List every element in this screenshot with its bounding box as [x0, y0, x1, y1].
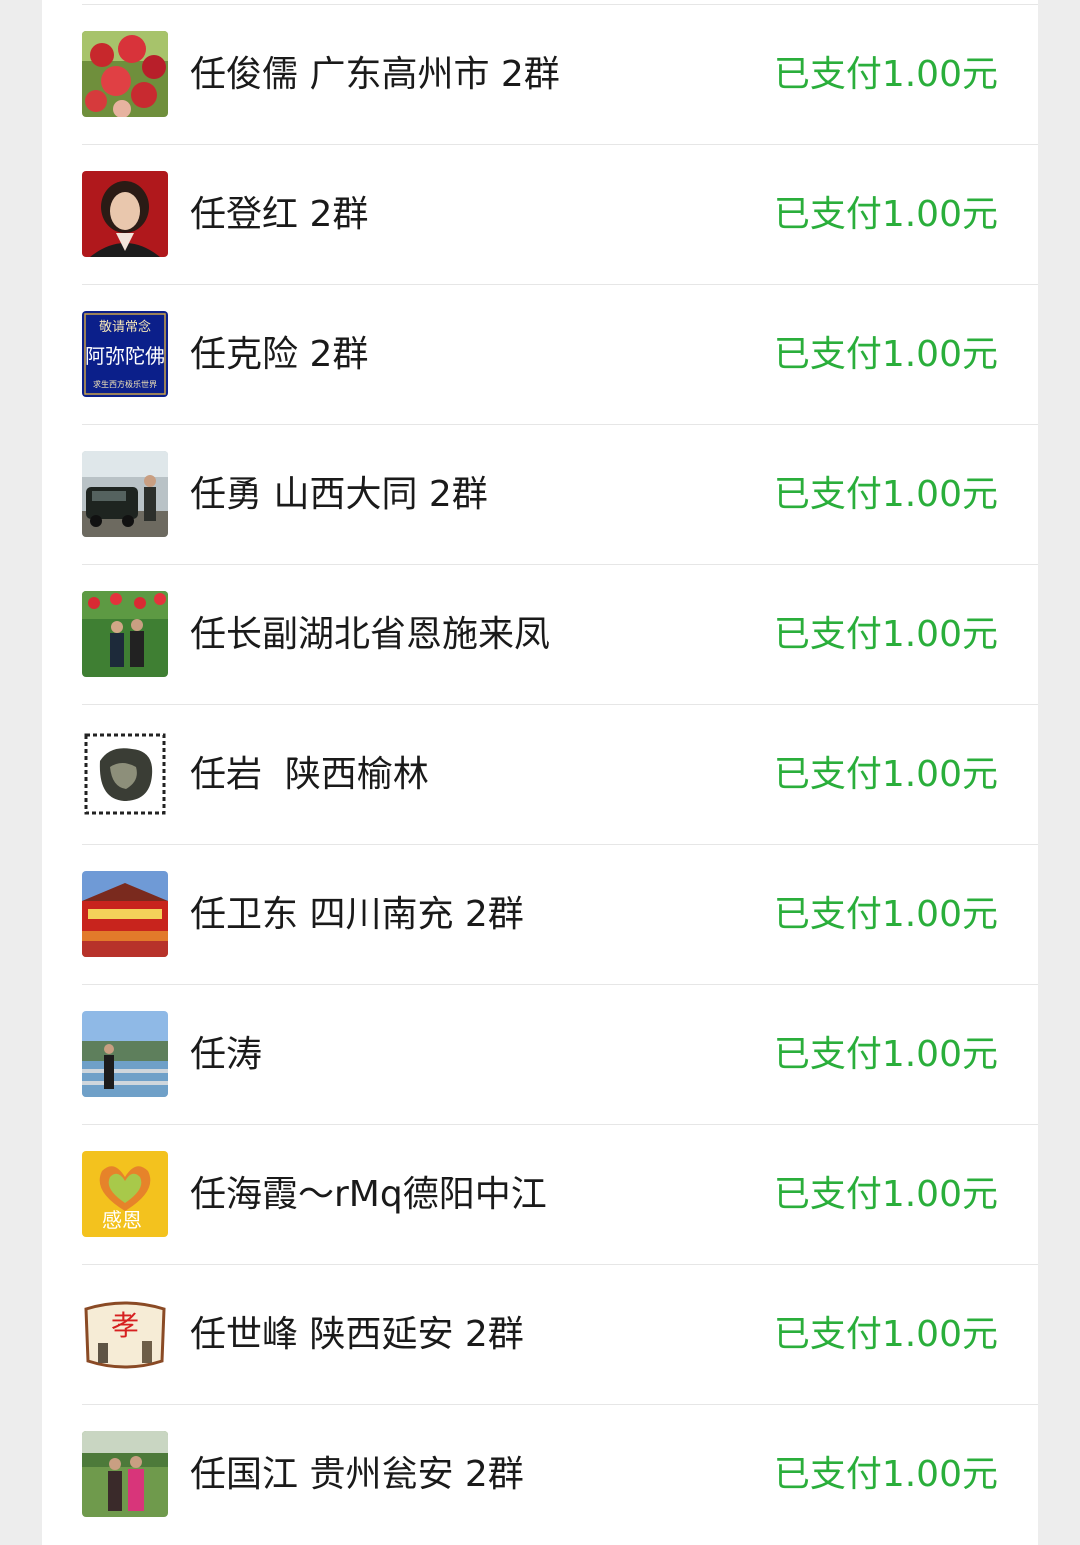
- payer-name: 任世峰 陕西延安 2群: [190, 1314, 524, 1355]
- flower-garden-couple-photo-icon: [82, 591, 168, 677]
- portrait-photo-icon: [82, 171, 168, 257]
- payer-name: 任俊儒 广东高州市 2群: [190, 54, 560, 95]
- list-item[interactable]: 任长副湖北省恩施来凤 已支付1.00元: [82, 564, 1038, 704]
- avatar[interactable]: [82, 871, 168, 957]
- avatar[interactable]: [82, 591, 168, 677]
- payer-name: 任国江 贵州瓮安 2群: [190, 1454, 524, 1495]
- list-item[interactable]: 任国江 贵州瓮安 2群 已支付1.00元: [82, 1404, 1038, 1544]
- payment-status: 已支付1.00元: [773, 894, 998, 935]
- list-item[interactable]: 任卫东 四川南充 2群 已支付1.00元: [82, 844, 1038, 984]
- payment-list: 任俊儒 广东高州市 2群 已支付1.00元 任登红 2群 已支付1.00元 敬请…: [42, 4, 1038, 1544]
- avatar-caption-main: 孝: [111, 1309, 139, 1342]
- avatar-caption-main: 阿弥陀佛: [85, 344, 165, 368]
- stamp-rock-photo-icon: [82, 731, 168, 817]
- payment-list-panel: 任俊儒 广东高州市 2群 已支付1.00元 任登红 2群 已支付1.00元 敬请…: [42, 0, 1038, 1545]
- avatar[interactable]: 孝: [82, 1291, 168, 1377]
- apple-tree-photo-icon: [82, 31, 168, 117]
- payment-status: 已支付1.00元: [773, 474, 998, 515]
- riverside-photo-icon: [82, 1011, 168, 1097]
- payment-status: 已支付1.00元: [773, 54, 998, 95]
- avatar[interactable]: [82, 1011, 168, 1097]
- payment-status: 已支付1.00元: [773, 194, 998, 235]
- memorial-hall-photo-icon: [82, 871, 168, 957]
- payer-name: 任长副湖北省恩施来凤: [190, 614, 551, 655]
- list-item[interactable]: 感恩 任海霞～rMq德阳中江 已支付1.00元: [82, 1124, 1038, 1264]
- payment-status: 已支付1.00元: [773, 754, 998, 795]
- payment-status: 已支付1.00元: [773, 614, 998, 655]
- list-item[interactable]: 任涛 已支付1.00元: [82, 984, 1038, 1124]
- filial-scroll-image-icon: 孝: [82, 1291, 168, 1377]
- payer-name: 任涛: [190, 1034, 263, 1075]
- payer-name: 任克险 2群: [190, 334, 369, 375]
- thanksgiving-hearts-image-icon: 感恩: [82, 1151, 168, 1237]
- avatar-caption-main: 感恩: [102, 1208, 142, 1232]
- car-and-person-photo-icon: [82, 451, 168, 537]
- list-item[interactable]: 任登红 2群 已支付1.00元: [82, 144, 1038, 284]
- payment-status: 已支付1.00元: [773, 1314, 998, 1355]
- payment-status: 已支付1.00元: [773, 1454, 998, 1495]
- buddhist-text-card-icon: 敬请常念 阿弥陀佛 求生西方极乐世界: [82, 311, 168, 397]
- payment-status: 已支付1.00元: [773, 1174, 998, 1215]
- payer-name: 任勇 山西大同 2群: [190, 474, 488, 515]
- avatar-caption-bottom: 求生西方极乐世界: [93, 379, 157, 389]
- list-item[interactable]: 任岩 陕西榆林 已支付1.00元: [82, 704, 1038, 844]
- payer-name: 任卫东 四川南充 2群: [190, 894, 524, 935]
- payer-name: 任海霞～rMq德阳中江: [190, 1174, 547, 1215]
- avatar[interactable]: 感恩: [82, 1151, 168, 1237]
- avatar[interactable]: [82, 1431, 168, 1517]
- payer-name: 任岩 陕西榆林: [190, 754, 429, 795]
- avatar[interactable]: [82, 171, 168, 257]
- list-item[interactable]: 任俊儒 广东高州市 2群 已支付1.00元: [82, 4, 1038, 144]
- list-item[interactable]: 孝 任世峰 陕西延安 2群 已支付1.00元: [82, 1264, 1038, 1404]
- avatar[interactable]: [82, 31, 168, 117]
- avatar[interactable]: [82, 731, 168, 817]
- field-couple-photo-icon: [82, 1431, 168, 1517]
- list-item[interactable]: 敬请常念 阿弥陀佛 求生西方极乐世界 任克险 2群 已支付1.00元: [82, 284, 1038, 424]
- avatar[interactable]: [82, 451, 168, 537]
- payment-status: 已支付1.00元: [773, 334, 998, 375]
- payment-status: 已支付1.00元: [773, 1034, 998, 1075]
- avatar-caption-top: 敬请常念: [99, 319, 151, 335]
- payer-name: 任登红 2群: [190, 194, 369, 235]
- avatar[interactable]: 敬请常念 阿弥陀佛 求生西方极乐世界: [82, 311, 168, 397]
- list-item[interactable]: 任勇 山西大同 2群 已支付1.00元: [82, 424, 1038, 564]
